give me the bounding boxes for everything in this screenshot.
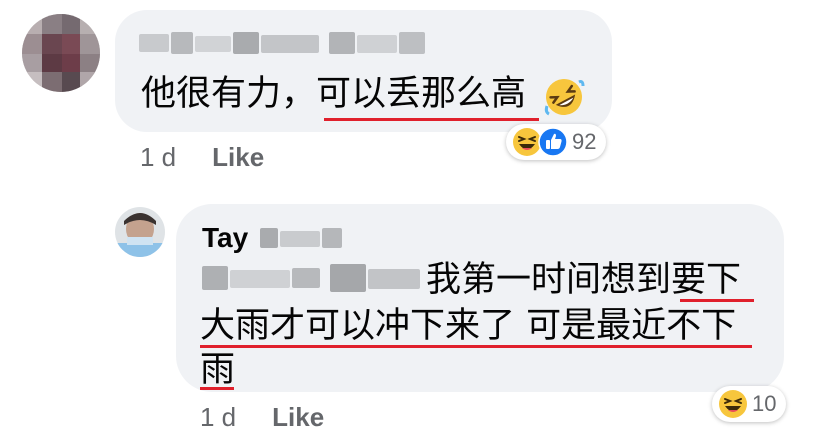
reply-author-surname-redacted xyxy=(260,228,342,248)
red-underline-annotation xyxy=(324,118,539,121)
reply-author-name[interactable]: Tay xyxy=(202,222,248,254)
reaction-count: 10 xyxy=(752,391,777,416)
haha-icon xyxy=(719,390,747,418)
commenter-name-redacted-2 xyxy=(329,32,425,54)
red-underline-annotation xyxy=(200,387,234,390)
red-underline-annotation xyxy=(200,345,752,348)
reaction-count: 92 xyxy=(572,129,597,154)
reply-meta: 1 d Like xyxy=(200,402,324,433)
like-icon xyxy=(538,127,568,157)
like-button[interactable]: Like xyxy=(212,142,264,172)
reply-timestamp[interactable]: 1 d xyxy=(200,402,236,432)
reaction-summary[interactable]: 10 xyxy=(712,386,787,422)
comment-text: 他很有力，可以丢那么高 xyxy=(141,74,527,114)
commenter-avatar[interactable] xyxy=(22,14,100,92)
comment-meta: 1 d Like xyxy=(140,142,264,173)
reply-avatar[interactable] xyxy=(115,207,165,257)
rolling-on-floor-laughing-icon xyxy=(544,79,585,116)
reply-text-line-1: 我第一时间想到要下 xyxy=(426,260,742,300)
comment-timestamp[interactable]: 1 d xyxy=(140,142,176,172)
commenter-name-redacted[interactable] xyxy=(139,32,319,54)
reaction-summary[interactable]: 92 xyxy=(506,124,607,160)
reply-bubble: Tay 我第一时间想到要下 大雨才可以冲下来了 可是最近不下 雨 xyxy=(176,204,784,392)
comment-bubble: 他很有力，可以丢那么高 xyxy=(115,10,612,132)
like-button[interactable]: Like xyxy=(272,402,324,432)
red-underline-annotation xyxy=(680,299,754,302)
reply-text-line-2: 大雨才可以冲下来了 可是最近不下 xyxy=(200,306,737,346)
tagged-user-redacted[interactable] xyxy=(202,264,420,292)
reply-text-line-3: 雨 xyxy=(200,350,236,390)
